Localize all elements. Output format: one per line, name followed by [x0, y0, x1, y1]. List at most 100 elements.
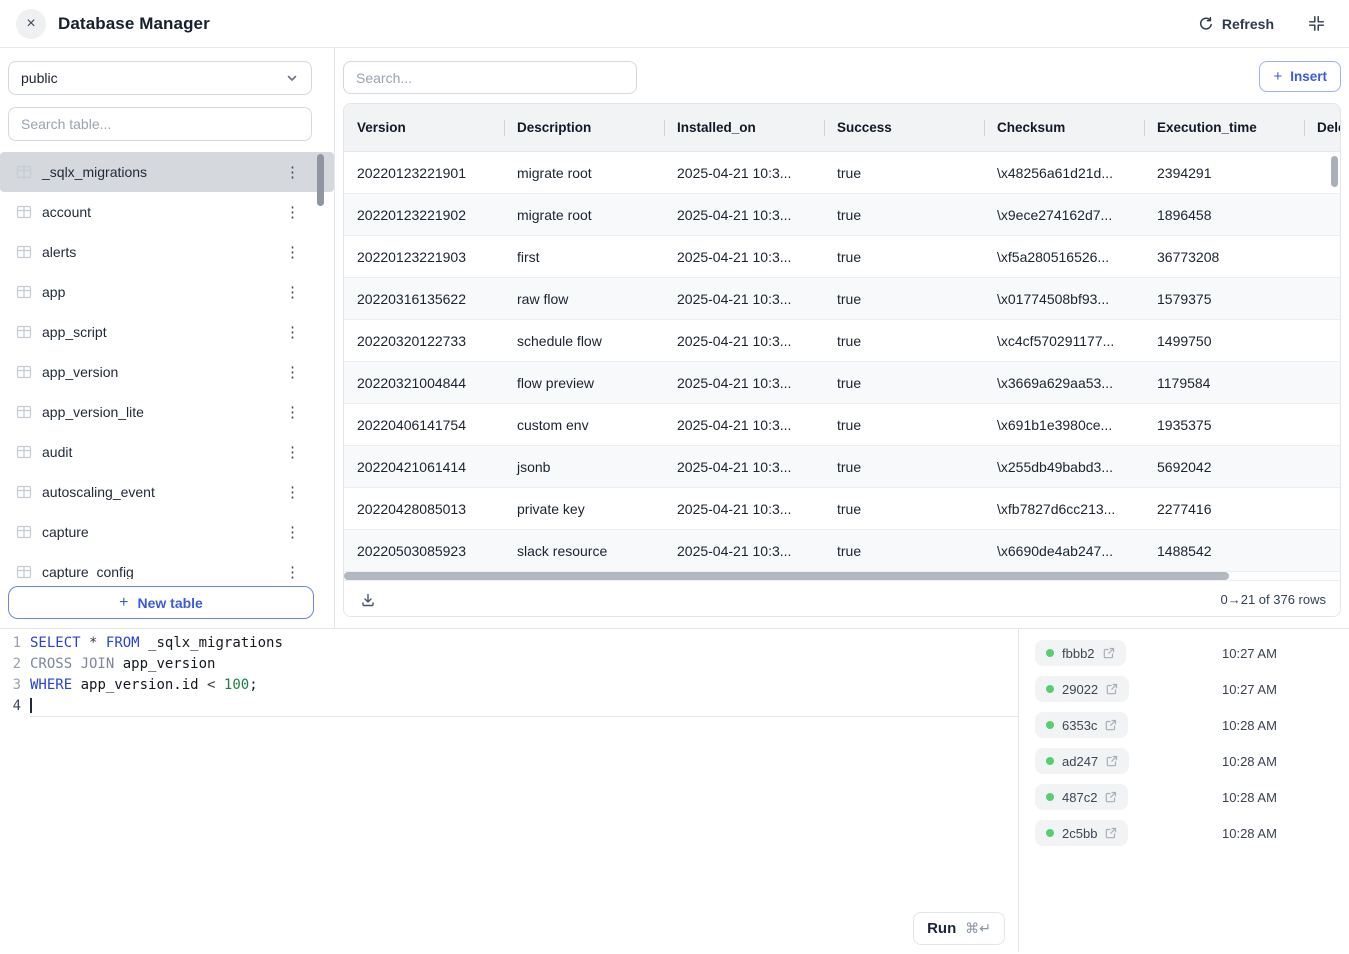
table-cell: 2025-04-21 10:3... [664, 446, 824, 487]
table-cell: true [824, 530, 984, 571]
table-row[interactable]: 20220503085923slack resource2025-04-21 1… [344, 530, 1340, 572]
table-row[interactable]: 20220321004844flow preview2025-04-21 10:… [344, 362, 1340, 404]
collapse-button[interactable] [1308, 15, 1325, 32]
external-link-icon[interactable] [1103, 647, 1115, 659]
download-icon[interactable] [360, 592, 376, 608]
table-row[interactable]: 20220123221901migrate root2025-04-21 10:… [344, 152, 1340, 194]
result-pill[interactable]: 2c5bb [1035, 820, 1128, 846]
result-pill[interactable]: 487c2 [1035, 784, 1128, 810]
table-cell: first [504, 236, 664, 277]
table-cell [1304, 320, 1340, 361]
column-header-version[interactable]: Version [344, 104, 504, 151]
table-cell: true [824, 488, 984, 529]
table-cell [1304, 446, 1340, 487]
sidebar-item-_sqlx_migrations[interactable]: _sqlx_migrations⋮ [0, 152, 334, 192]
column-header-checksum[interactable]: Checksum [984, 104, 1144, 151]
code-line-3[interactable]: 3WHERE app_version.id < 100; [0, 675, 1018, 696]
sidebar-item-capture[interactable]: capture ⋮ [0, 512, 334, 552]
kebab-menu-icon[interactable]: ⋮ [281, 563, 304, 580]
page-title: Database Manager [58, 14, 210, 34]
table-cell: 20220428085013 [344, 488, 504, 529]
table-cell: 2025-04-21 10:3... [664, 362, 824, 403]
kebab-menu-icon[interactable]: ⋮ [281, 203, 304, 222]
kebab-menu-icon[interactable]: ⋮ [281, 163, 304, 182]
status-dot [1046, 649, 1054, 657]
run-button[interactable]: Run ⌘↵ [913, 912, 1005, 945]
sidebar-item-app[interactable]: app ⋮ [0, 272, 334, 312]
table-cell: 2025-04-21 10:3... [664, 236, 824, 277]
query-section: 1SELECT * FROM _sqlx_migrations2CROSS JO… [0, 628, 1349, 952]
sidebar-item-alerts[interactable]: alerts⋮ [0, 232, 334, 272]
topbar-actions: Refresh [1198, 15, 1325, 32]
sidebar-item-capture_config[interactable]: capture_config⋮ [0, 552, 334, 579]
sidebar-scrollbar[interactable] [317, 154, 324, 206]
query-results-panel: fbbb210:27 AM2902210:27 AM6353c10:28 AMa… [1018, 629, 1349, 952]
kebab-menu-icon[interactable]: ⋮ [281, 523, 304, 542]
external-link-icon[interactable] [1106, 755, 1118, 767]
refresh-button[interactable]: Refresh [1198, 16, 1274, 32]
table-cell: migrate root [504, 152, 664, 193]
external-link-icon[interactable] [1105, 719, 1117, 731]
result-pill[interactable]: ad247 [1035, 748, 1129, 774]
table-item-label: capture [42, 524, 89, 540]
column-header-success[interactable]: Success [824, 104, 984, 151]
new-table-button[interactable]: + New table [8, 586, 314, 619]
table-cell: true [824, 236, 984, 277]
kebab-menu-icon[interactable]: ⋮ [281, 283, 304, 302]
table-search-input[interactable] [8, 107, 312, 141]
result-pill[interactable]: 29022 [1035, 676, 1129, 702]
table-row[interactable]: 20220123221902migrate root2025-04-21 10:… [344, 194, 1340, 236]
sidebar-item-app_version[interactable]: app_version⋮ [0, 352, 334, 392]
column-header-description[interactable]: Description [504, 104, 664, 151]
code-line-4[interactable]: 4 [0, 696, 1018, 717]
sql-editor[interactable]: 1SELECT * FROM _sqlx_migrations2CROSS JO… [0, 629, 1018, 952]
table-row[interactable]: 20220316135622raw flow2025-04-21 10:3...… [344, 278, 1340, 320]
result-row: 487c210:28 AM [1019, 779, 1349, 815]
close-button[interactable]: × [16, 9, 46, 39]
external-link-icon[interactable] [1106, 683, 1118, 695]
table-row[interactable]: 20220123221903first2025-04-21 10:3...tru… [344, 236, 1340, 278]
result-pill[interactable]: fbbb2 [1035, 640, 1126, 666]
kebab-menu-icon[interactable]: ⋮ [281, 363, 304, 382]
sidebar-item-account[interactable]: account⋮ [0, 192, 334, 232]
status-dot [1046, 793, 1054, 801]
table-vertical-scrollbar[interactable] [1331, 156, 1338, 187]
result-timestamp: 10:27 AM [1222, 682, 1277, 697]
refresh-icon [1198, 16, 1214, 32]
table-cell: 2025-04-21 10:3... [664, 488, 824, 529]
kebab-menu-icon[interactable]: ⋮ [281, 483, 304, 502]
column-header-execution_time[interactable]: Execution_time [1144, 104, 1304, 151]
external-link-icon[interactable] [1105, 791, 1117, 803]
code-line-1[interactable]: 1SELECT * FROM _sqlx_migrations [0, 633, 1018, 654]
table-cell [1304, 278, 1340, 319]
kebab-menu-icon[interactable]: ⋮ [281, 403, 304, 422]
sidebar-item-autoscaling_event[interactable]: autoscaling_event⋮ [0, 472, 334, 512]
code-line-2[interactable]: 2CROSS JOIN app_version [0, 654, 1018, 675]
table-horizontal-scrollbar[interactable] [344, 572, 1229, 580]
sidebar-item-app_version_lite[interactable]: app_version_lite⋮ [0, 392, 334, 432]
table-cell: private key [504, 488, 664, 529]
column-header-dele[interactable]: Dele [1304, 104, 1341, 151]
column-header-installed_on[interactable]: Installed_on [664, 104, 824, 151]
kebab-menu-icon[interactable]: ⋮ [281, 443, 304, 462]
table-row[interactable]: 20220406141754custom env2025-04-21 10:3.… [344, 404, 1340, 446]
result-pill[interactable]: 6353c [1035, 712, 1128, 738]
schema-select[interactable]: public [8, 61, 312, 95]
table-row[interactable]: 20220421061414jsonb2025-04-21 10:3...tru… [344, 446, 1340, 488]
search-input[interactable] [343, 61, 637, 94]
result-timestamp: 10:28 AM [1222, 754, 1277, 769]
table-row[interactable]: 20220428085013private key2025-04-21 10:3… [344, 488, 1340, 530]
run-label: Run [927, 920, 956, 937]
insert-button[interactable]: + Insert [1259, 61, 1341, 92]
table-cell: 2025-04-21 10:3... [664, 152, 824, 193]
sidebar-item-audit[interactable]: audit⋮ [0, 432, 334, 472]
kebab-menu-icon[interactable]: ⋮ [281, 323, 304, 342]
table-cell: true [824, 278, 984, 319]
kebab-menu-icon[interactable]: ⋮ [281, 243, 304, 262]
table-cell: 5692042 [1144, 446, 1304, 487]
sidebar-item-app_script[interactable]: app_script⋮ [0, 312, 334, 352]
table-row[interactable]: 20220320122733schedule flow2025-04-21 10… [344, 320, 1340, 362]
table-cell: 20220503085923 [344, 530, 504, 571]
external-link-icon[interactable] [1105, 827, 1117, 839]
table-item-label: app [42, 284, 65, 300]
